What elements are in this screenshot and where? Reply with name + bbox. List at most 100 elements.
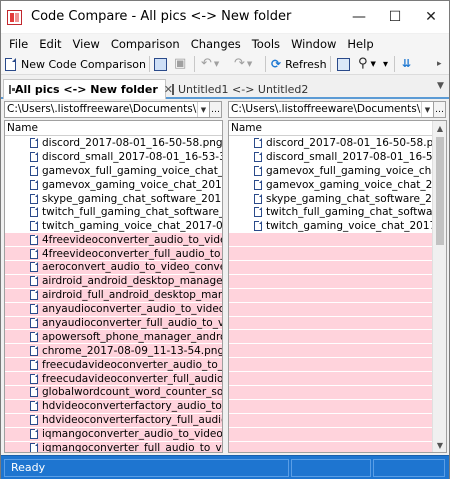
file-name: airdroid_full_android_desktop_manager...: [42, 289, 222, 302]
refresh-label: Refresh: [285, 57, 327, 71]
right-vertical-scrollbar[interactable]: ▲ ▼: [432, 121, 446, 452]
file-row[interactable]: iqmangoconverter_full_audio_to_vide...: [5, 441, 222, 453]
file-row[interactable]: airdroid_full_android_desktop_manager...: [5, 288, 222, 303]
undo-button[interactable]: ↶ ▼: [201, 56, 219, 72]
file-row[interactable]: chrome_2017-08-09_11-13-54.png: [5, 344, 222, 359]
tab-list-dropdown-icon[interactable]: ▼: [437, 81, 444, 91]
comparison-options-icon: [337, 57, 350, 71]
compare-files-button[interactable]: [154, 56, 167, 72]
minimize-button[interactable]: —: [341, 1, 377, 33]
file-name: discord_small_2017-08-01_16-53-34.png: [42, 150, 222, 163]
file-row[interactable]: freecudavideoconverter_audio_to_vide...: [5, 358, 222, 373]
file-name: iqmangoconverter_full_audio_to_vide...: [42, 442, 222, 453]
new-code-comparison-button[interactable]: New Code Comparison: [5, 56, 146, 72]
file-name: 4freevideoconverter_full_audio_to_vid...: [42, 247, 222, 260]
file-name: twitch_gaming_voice_chat_2017-08-02...: [42, 220, 222, 233]
file-row[interactable]: 4freevideoconverter_audio_to_video_c...: [5, 233, 222, 248]
file-row[interactable]: twitch_full_gaming_chat_software_...: [229, 205, 446, 219]
file-icon: [30, 248, 38, 259]
file-row[interactable]: hdvideoconverterfactory_audio_to_vid...: [5, 399, 222, 414]
menu-edit[interactable]: Edit: [35, 37, 65, 51]
menu-window[interactable]: Window: [287, 37, 340, 51]
overflow-icon: ▾: [383, 58, 389, 70]
file-row[interactable]: freecudavideoconverter_full_audio_to_...: [5, 372, 222, 387]
file-row[interactable]: gamevox_full_gaming_voice_chat_2...: [229, 164, 446, 178]
menu-view[interactable]: View: [69, 37, 104, 51]
file-row[interactable]: anyaudioconverter_audio_to_video_co...: [5, 302, 222, 317]
right-path-dropdown-icon[interactable]: ▼: [421, 102, 433, 117]
right-name-column-header[interactable]: Name: [229, 121, 446, 136]
file-row[interactable]: skype_gaming_chat_software_2017-...: [229, 192, 446, 206]
menu-tools[interactable]: Tools: [248, 37, 284, 51]
file-row[interactable]: hdvideoconverterfactory_full_audio_to...: [5, 413, 222, 428]
toolbar-options-icon: ▸: [437, 59, 442, 69]
refresh-icon: ⟳: [271, 57, 282, 71]
menu-file[interactable]: File: [5, 37, 32, 51]
file-icon: [30, 193, 38, 204]
save-button[interactable]: ▣: [174, 56, 186, 72]
file-name: chrome_2017-08-09_11-13-54.png: [42, 344, 222, 357]
toolbar-overflow-button[interactable]: ▾: [383, 56, 388, 72]
file-row[interactable]: apowersoft_phone_manager_android_...: [5, 330, 222, 345]
code-compare-app-icon: [7, 10, 22, 25]
scroll-up-icon[interactable]: ▲: [433, 121, 446, 135]
file-icon: [254, 179, 262, 190]
file-row[interactable]: gamevox_gaming_voice_chat_2017-...: [229, 178, 446, 192]
left-file-list: discord_2017-08-01_16-50-58.png discord_s…: [5, 136, 222, 453]
close-button[interactable]: ✕: [413, 1, 449, 33]
file-row[interactable]: discord_2017-08-01_16-50-58.png: [5, 136, 222, 150]
file-row[interactable]: gamevox_gaming_voice_chat_2017-08-0...: [5, 178, 222, 192]
toolbar-options-button[interactable]: ▸: [437, 56, 442, 72]
left-browse-button[interactable]: …: [209, 102, 221, 117]
file-row[interactable]: anyaudioconverter_full_audio_to_vide...: [5, 316, 222, 331]
tab-all-pics-new-folder[interactable]: All pics <-> New folder ✕: [3, 79, 173, 99]
search-icon: ⚲: [358, 56, 368, 71]
file-row[interactable]: iqmangoconverter_audio_to_video_co...: [5, 427, 222, 442]
right-file-pane[interactable]: Name discord_2017-08-01_16-50-58.png disc…: [228, 120, 447, 453]
redo-dropdown-icon: ▼: [246, 60, 253, 68]
file-row[interactable]: twitch_full_gaming_chat_software_201...: [5, 205, 222, 219]
menu-comparison[interactable]: Comparison: [107, 37, 184, 51]
next-difference-button[interactable]: ⇊: [402, 56, 411, 72]
right-path-combobox[interactable]: C:\Users\.listoffreeware\Documents\Share…: [228, 101, 446, 118]
comparison-options-button[interactable]: [337, 56, 350, 72]
left-path-dropdown-icon[interactable]: ▼: [197, 102, 209, 117]
right-path-text[interactable]: C:\Users\.listoffreeware\Documents\Share…: [229, 102, 421, 117]
file-name: discord_2017-08-01_16-50-58.png: [266, 136, 446, 149]
file-row[interactable]: twitch_gaming_voice_chat_2017-08-02...: [5, 219, 222, 233]
file-row[interactable]: discord_2017-08-01_16-50-58.png: [229, 136, 446, 150]
left-path-combobox[interactable]: C:\Users\.listoffreeware\Documents\Share…: [4, 101, 222, 118]
file-row[interactable]: discord_small_2017-08-01_16-53-3...: [229, 150, 446, 164]
file-icon: [254, 207, 262, 218]
tab-label: Untitled1 <-> Untitled2: [178, 82, 309, 96]
scroll-down-icon[interactable]: ▼: [433, 438, 446, 452]
file-row[interactable]: aeroconvert_audio_to_video_converte...: [5, 261, 222, 275]
toolbar-separator: [149, 56, 150, 72]
file-row[interactable]: twitch_gaming_voice_chat_2017-0...: [229, 219, 446, 233]
empty-placeholder-row: [229, 358, 446, 373]
find-button[interactable]: ⚲ ▼: [358, 56, 376, 72]
file-row[interactable]: skype_gaming_chat_software_2017-08-...: [5, 192, 222, 206]
left-name-column-header[interactable]: Name: [5, 121, 222, 136]
scrollbar-thumb[interactable]: [436, 137, 444, 245]
file-row[interactable]: globalwordcount_word_counter_softw...: [5, 386, 222, 400]
redo-button[interactable]: ↷ ▼: [234, 56, 252, 72]
refresh-button[interactable]: ⟳ Refresh: [271, 56, 327, 72]
left-path-text[interactable]: C:\Users\.listoffreeware\Documents\Share…: [5, 102, 197, 117]
file-row[interactable]: discord_small_2017-08-01_16-53-34.png: [5, 150, 222, 164]
right-browse-button[interactable]: …: [433, 102, 445, 117]
file-name: hdvideoconverterfactory_full_audio_to...: [42, 414, 222, 427]
menu-help[interactable]: Help: [343, 37, 377, 51]
left-file-pane[interactable]: Name discord_2017-08-01_16-50-58.png disc…: [4, 120, 223, 453]
empty-placeholder-row: [229, 288, 446, 303]
file-row[interactable]: gamevox_full_gaming_voice_chat_2017-...: [5, 164, 222, 178]
file-row[interactable]: airdroid_android_desktop_manager_20...: [5, 274, 222, 289]
file-row[interactable]: 4freevideoconverter_full_audio_to_vid...: [5, 247, 222, 262]
menu-changes[interactable]: Changes: [187, 37, 245, 51]
empty-placeholder-row: [229, 399, 446, 414]
maximize-button[interactable]: ☐: [377, 1, 413, 33]
undo-dropdown-icon: ▼: [213, 60, 220, 68]
tab-untitled1-untitled2[interactable]: Untitled1 <-> Untitled2: [167, 79, 309, 99]
empty-placeholder-row: [229, 372, 446, 387]
toolbar-separator: [330, 56, 331, 72]
